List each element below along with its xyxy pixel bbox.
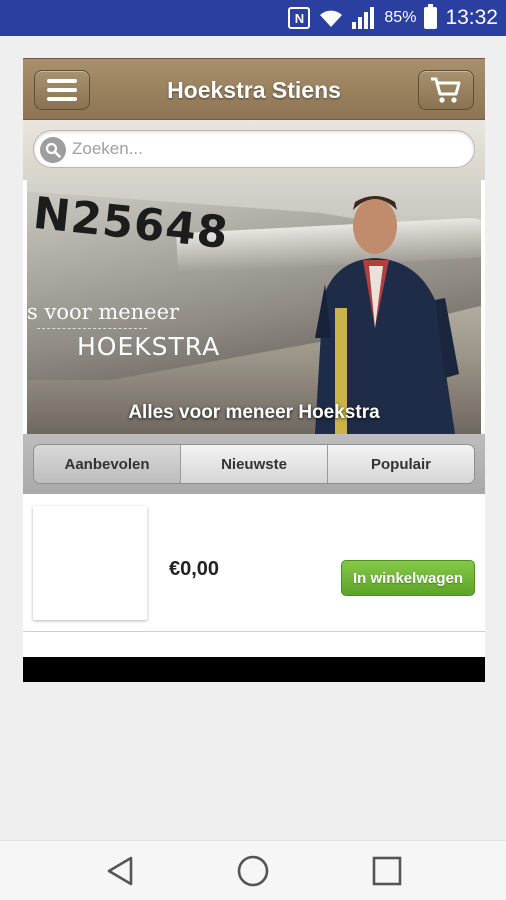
- battery-percent: 85%: [384, 9, 417, 26]
- back-icon: [107, 856, 133, 886]
- tab-group: Aanbevolen Nieuwste Populair: [33, 444, 475, 484]
- search-box: [33, 130, 475, 168]
- tab-nieuwste[interactable]: Nieuwste: [181, 445, 328, 483]
- status-bar: N 85% 13:32: [0, 0, 506, 36]
- app-header: Hoekstra Stiens: [23, 58, 485, 120]
- wifi-icon: [318, 8, 344, 28]
- promo-banner[interactable]: N25648 s voor meneer HOEKSTRA Alles voor…: [27, 180, 481, 434]
- recent-apps-button[interactable]: [369, 853, 405, 889]
- search-input[interactable]: [72, 131, 462, 167]
- system-navigation-bar: [0, 840, 506, 900]
- clock: 13:32: [445, 6, 498, 29]
- page-title: Hoekstra Stiens: [167, 77, 341, 103]
- product-thumbnail[interactable]: [33, 506, 147, 620]
- battery-icon: [424, 4, 438, 29]
- search-bar: [23, 120, 485, 180]
- footer-bar: [23, 657, 485, 682]
- home-button[interactable]: [235, 853, 271, 889]
- tab-bar: Aanbevolen Nieuwste Populair: [23, 434, 485, 494]
- banner-divider: [37, 328, 147, 329]
- home-icon: [237, 855, 269, 887]
- tab-populair[interactable]: Populair: [328, 445, 474, 483]
- app-container: Hoekstra Stiens N25648 s voor meneer: [23, 58, 485, 682]
- signal-icon: [352, 7, 376, 29]
- search-icon: [40, 137, 66, 163]
- banner-brand: HOEKSTRA: [77, 332, 221, 361]
- add-to-cart-button[interactable]: In winkelwagen: [340, 560, 475, 596]
- product-list-item[interactable]: €0,00 In winkelwagen: [23, 494, 485, 632]
- tab-aanbevolen[interactable]: Aanbevolen: [34, 445, 181, 483]
- banner-caption: Alles voor meneer Hoekstra: [128, 402, 380, 423]
- menu-button[interactable]: [34, 70, 90, 110]
- back-button[interactable]: [102, 853, 138, 889]
- banner-model-figure: [315, 196, 459, 434]
- cart-button[interactable]: [418, 70, 474, 110]
- hamburger-menu-icon: [47, 79, 77, 101]
- banner-tagline: s voor meneer: [27, 300, 180, 324]
- shopping-cart-icon: [431, 77, 461, 103]
- product-price: €0,00: [169, 558, 220, 580]
- recent-apps-icon: [372, 856, 402, 886]
- nfc-icon: N: [288, 7, 311, 29]
